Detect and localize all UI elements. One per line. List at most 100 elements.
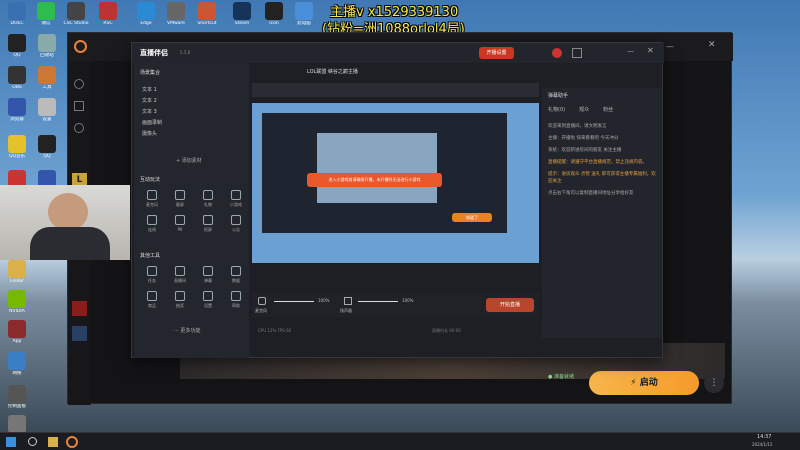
desktop-icon[interactable]: VMware	[162, 2, 190, 27]
mic-slider[interactable]	[274, 301, 314, 302]
tool-icon	[147, 215, 157, 225]
tool-button[interactable]: 麦克风	[140, 189, 164, 211]
desktop-icon[interactable]: App	[3, 320, 31, 345]
desktop-icon[interactable]: 工具	[33, 66, 61, 91]
func-tools: 任务 直播间 弹幕 数据商品 抽奖 设置 帮助	[140, 265, 248, 312]
scene-item[interactable]: 摄像头	[138, 129, 242, 140]
chat-tab[interactable]: 观众	[579, 106, 589, 113]
desktop-icon[interactable]: 回收站	[33, 34, 61, 59]
desktop-icon[interactable]: Icon	[260, 2, 288, 27]
tool-icon	[147, 291, 157, 301]
scene-item[interactable]: 文本 3	[138, 107, 242, 118]
desktop-icon[interactable]: Edge	[132, 2, 160, 27]
tool-label: 投屏	[204, 227, 212, 232]
scene-list: 文本 1 文本 2 文本 3 画面录制 摄像头	[138, 85, 242, 140]
minimize-icon[interactable]: —	[666, 42, 674, 51]
home-icon[interactable]	[74, 79, 84, 89]
chat-list: 欢迎来到直播间，请文明发言 主播：开播啦 快来看看吧 今天冲分 系统：欢迎新进房间的…	[548, 123, 656, 202]
settings-icon[interactable]	[572, 48, 582, 58]
app-icon	[8, 352, 26, 370]
speaker-slider[interactable]	[358, 301, 398, 302]
tool-button[interactable]: 直播间	[168, 265, 192, 287]
desktop-icon[interactable]: 浏览器	[3, 98, 31, 123]
tool-label: 帮助	[232, 303, 240, 308]
tool-button[interactable]: 弹幕	[196, 265, 220, 287]
desktop-icon-label: VMware	[167, 21, 185, 26]
app-icon	[38, 98, 56, 116]
desktop-icon[interactable]: Folder	[3, 260, 31, 285]
tool-button[interactable]: 任务	[140, 265, 164, 287]
desktop-icon[interactable]: Shortcut	[193, 2, 221, 27]
game-taskbar-icon[interactable]	[66, 436, 78, 448]
explorer-icon[interactable]	[48, 437, 58, 447]
scene-item[interactable]: 画面录制	[138, 118, 242, 129]
game-icon-3[interactable]	[72, 326, 87, 341]
tool-button[interactable]: 礼物	[196, 189, 220, 211]
desktop-icon[interactable]: NVIDIA	[3, 290, 31, 315]
close-icon[interactable]: ✕	[647, 46, 654, 55]
tool-button[interactable]: 公告	[224, 214, 248, 236]
stream-preview[interactable]: 进入小游戏前请确保开播，未开播时无法进行小游戏 知道了	[252, 103, 539, 263]
tool-button[interactable]: 设置	[196, 290, 220, 312]
game-icon-2[interactable]	[72, 301, 87, 316]
more-features-button[interactable]: ··· 更多功能	[174, 327, 200, 334]
app-icon	[8, 290, 26, 308]
library-icon[interactable]	[74, 101, 84, 111]
chat-tab[interactable]: 礼物(0)	[548, 106, 565, 113]
tool-icon	[231, 215, 241, 225]
more-options-icon[interactable]: ⋮	[704, 373, 724, 393]
scene-item[interactable]: 文本 1	[138, 85, 242, 96]
app-icon	[8, 98, 26, 116]
add-source-button[interactable]: + 添加素材	[176, 157, 202, 164]
desktop-icon[interactable]: QQ	[3, 34, 31, 59]
search-icon[interactable]	[28, 437, 37, 446]
settings-icon[interactable]	[74, 123, 84, 133]
stream-tab[interactable]: LOL联盟 峡谷之巅主播	[307, 68, 358, 75]
record-button[interactable]: 开播设置	[479, 47, 514, 59]
desktop-icon[interactable]: QQ音乐	[3, 135, 31, 160]
chat-tab[interactable]: 粉丝	[603, 106, 613, 113]
mic-label: 麦克风	[255, 308, 267, 313]
desktop-icon-label: Steam	[234, 21, 250, 26]
start-live-button[interactable]: 开始直播	[486, 298, 534, 312]
desktop-icon[interactable]: QQ	[33, 135, 61, 160]
audio-bar: 麦克风 100% 扬声器 100% 开始直播	[252, 293, 539, 317]
tool-button[interactable]: 投屏	[196, 214, 220, 236]
minimize-icon[interactable]: —	[627, 47, 634, 55]
scene-item[interactable]: 文本 2	[138, 96, 242, 107]
desktop-icon[interactable]: 控制面板	[3, 385, 31, 410]
close-icon[interactable]: ✕	[708, 40, 716, 50]
tool-button[interactable]: PK	[168, 214, 192, 236]
tool-button[interactable]: 商品	[140, 290, 164, 312]
tool-label: 礼物	[204, 202, 212, 207]
tool-button[interactable]: 数据	[224, 265, 248, 287]
desktop-icon[interactable]: 网络	[3, 352, 31, 377]
desktop-icon-label: QQ	[43, 154, 51, 159]
desktop-icon-label: 控制面板	[8, 404, 26, 409]
launch-button[interactable]: ⚡ 启动	[589, 371, 699, 395]
lightning-icon: ⚡	[630, 378, 640, 388]
tool-button[interactable]: 小游戏	[224, 189, 248, 211]
start-icon[interactable]	[6, 437, 16, 447]
desktop-icon[interactable]: Steam	[228, 2, 256, 27]
tool-button[interactable]: 抽奖	[168, 290, 192, 312]
desktop-icon[interactable]: CSC Studio	[62, 2, 90, 27]
app-icon	[38, 34, 56, 52]
preview-nested-window	[317, 133, 437, 203]
preview-dialog: 进入小游戏前请确保开播，未开播时无法进行小游戏	[307, 173, 442, 187]
app-icon	[8, 415, 26, 433]
desktop-icon[interactable]: OBS	[3, 66, 31, 91]
chat-title: 弹幕助手	[548, 93, 569, 99]
tool-button[interactable]: 帮助	[224, 290, 248, 312]
speaker-icon[interactable]	[344, 297, 352, 305]
desktop-icon[interactable]: 设置	[33, 98, 61, 123]
notification-icon[interactable]	[552, 48, 562, 58]
desktop-icon[interactable]: 此电脑	[290, 2, 318, 27]
desktop-icon[interactable]: 微信	[32, 2, 60, 27]
tool-button[interactable]: 连线	[140, 214, 164, 236]
desktop-icon[interactable]: DOEC	[3, 2, 31, 27]
tool-button[interactable]: 截屏	[168, 189, 192, 211]
mic-icon[interactable]	[258, 297, 266, 305]
dialog-text: 进入小游戏前请确保开播，未开播时无法进行小游戏	[328, 177, 421, 182]
desktop-icon[interactable]: RSC	[94, 2, 122, 27]
